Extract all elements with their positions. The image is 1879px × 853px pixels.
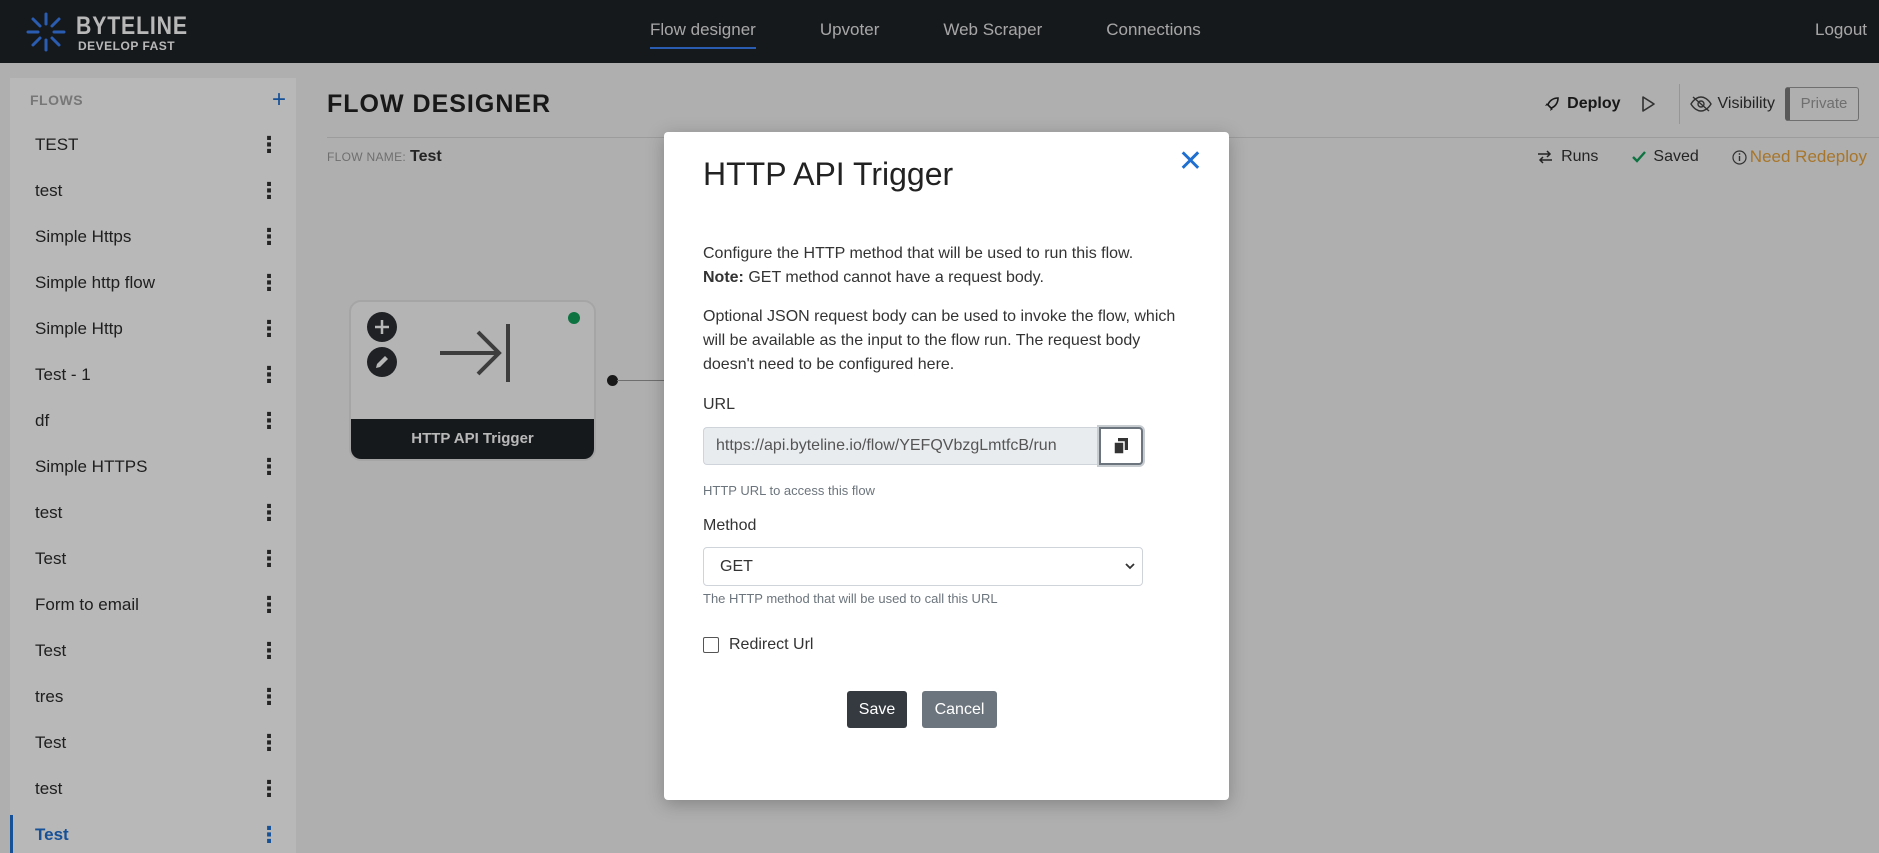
http-trigger-modal: HTTP API Trigger ✕ Configure the HTTP me… <box>664 132 1229 800</box>
close-icon[interactable]: ✕ <box>1178 144 1203 179</box>
url-input-group: https://api.byteline.io/flow/YEFQVbzgLmt… <box>703 427 1143 465</box>
chevron-down-icon <box>1124 548 1136 600</box>
method-select[interactable]: GET <box>703 547 1143 586</box>
url-help-text: HTTP URL to access this flow <box>703 483 875 498</box>
url-label: URL <box>703 396 736 413</box>
description-line: Configure the HTTP method that will be u… <box>703 245 1134 262</box>
note-line: Note: GET method cannot have a request b… <box>703 266 1183 290</box>
note-label: Note: <box>703 269 744 286</box>
redirect-url-row[interactable]: Redirect Url <box>703 636 813 654</box>
redirect-url-checkbox[interactable] <box>703 637 719 653</box>
copy-icon <box>1113 438 1128 455</box>
description-paragraph: Optional JSON request body can be used t… <box>703 308 1176 373</box>
save-button[interactable]: Save <box>847 691 907 728</box>
note-text: GET method cannot have a request body. <box>743 269 1044 286</box>
modal-description: Configure the HTTP method that will be u… <box>703 242 1183 377</box>
url-input[interactable]: https://api.byteline.io/flow/YEFQVbzgLmt… <box>703 427 1099 465</box>
modal-title: HTTP API Trigger <box>703 156 954 192</box>
copy-url-button[interactable] <box>1099 427 1143 465</box>
redirect-url-label: Redirect Url <box>729 636 814 653</box>
method-help-text: The HTTP method that will be used to cal… <box>703 591 998 606</box>
method-selected-value: GET <box>720 558 753 575</box>
method-label: Method <box>703 517 757 534</box>
cancel-button[interactable]: Cancel <box>922 691 997 728</box>
